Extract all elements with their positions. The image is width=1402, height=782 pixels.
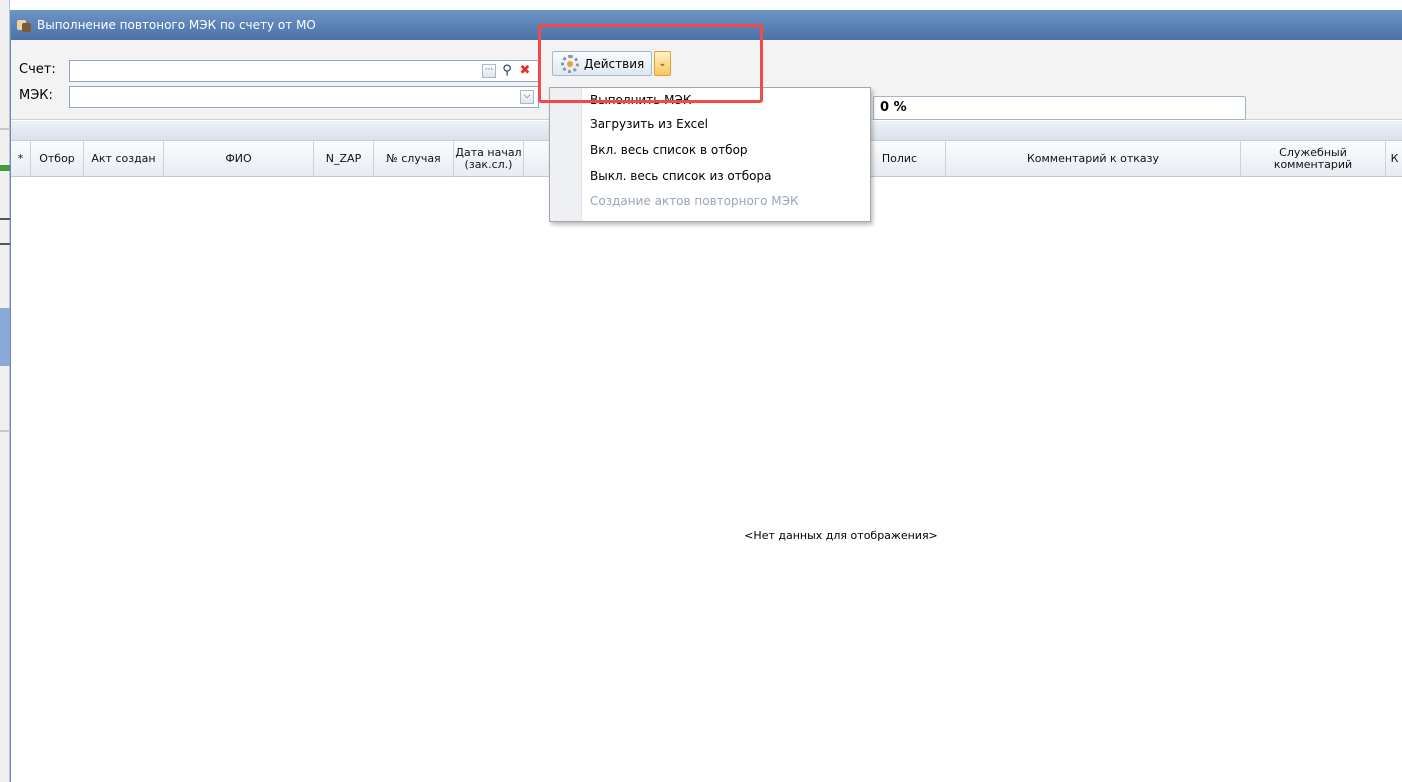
actions-menu: Выполнить МЭК Загрузить из Excel Вкл. ве… [549,87,871,222]
clear-icon[interactable]: ✖ [517,63,533,79]
account-field[interactable]: ··· ⚲ ✖ [69,60,539,82]
menu-item-exclude-all[interactable]: Выкл. весь список из отбора [582,164,870,188]
column-header-indicator[interactable]: * [11,141,31,177]
highlight-annotation [538,24,763,103]
column-header-act-created[interactable]: Акт создан [84,141,164,177]
column-header-rejection-comment[interactable]: Комментарий к отказу [946,141,1241,177]
menu-item-create-acts: Создание актов повторного МЭК [590,194,799,208]
progress-bar: 0 % [873,96,1246,120]
column-header-case-number[interactable]: № случая [374,141,454,177]
column-header-fio[interactable]: ФИО [164,141,314,177]
progress-text: 0 % [880,100,907,115]
search-icon[interactable]: ⚲ [499,63,515,79]
menu-item-include-all[interactable]: Вкл. весь список в отбор [582,138,870,162]
column-header-truncated[interactable]: К [1386,141,1402,177]
column-header-start-date[interactable]: Дата начал (зак.сл.) [454,141,524,177]
menu-icon-gutter [550,88,582,221]
column-header-service-comment[interactable]: Служебный комментарий [1241,141,1386,177]
mek-label: МЭК: [19,88,53,103]
users-icon [17,18,31,32]
ellipsis-button[interactable]: ··· [482,64,496,78]
mek-window: Выполнение повтоного МЭК по счету от МО … [10,10,1402,782]
column-header-n-zap[interactable]: N_ZAP [314,141,374,177]
background-window-strip [0,0,10,782]
column-header-select[interactable]: Отбор [31,141,84,177]
window-title: Выполнение повтоного МЭК по счету от МО [37,18,316,32]
chevron-down-icon[interactable]: ⌵ [520,90,534,104]
empty-message: <Нет данных для отображения> [744,529,938,542]
account-label: Счет: [19,62,56,77]
menu-item-load-excel[interactable]: Загрузить из Excel [582,112,870,136]
mek-select[interactable]: ⌵ [69,86,539,108]
